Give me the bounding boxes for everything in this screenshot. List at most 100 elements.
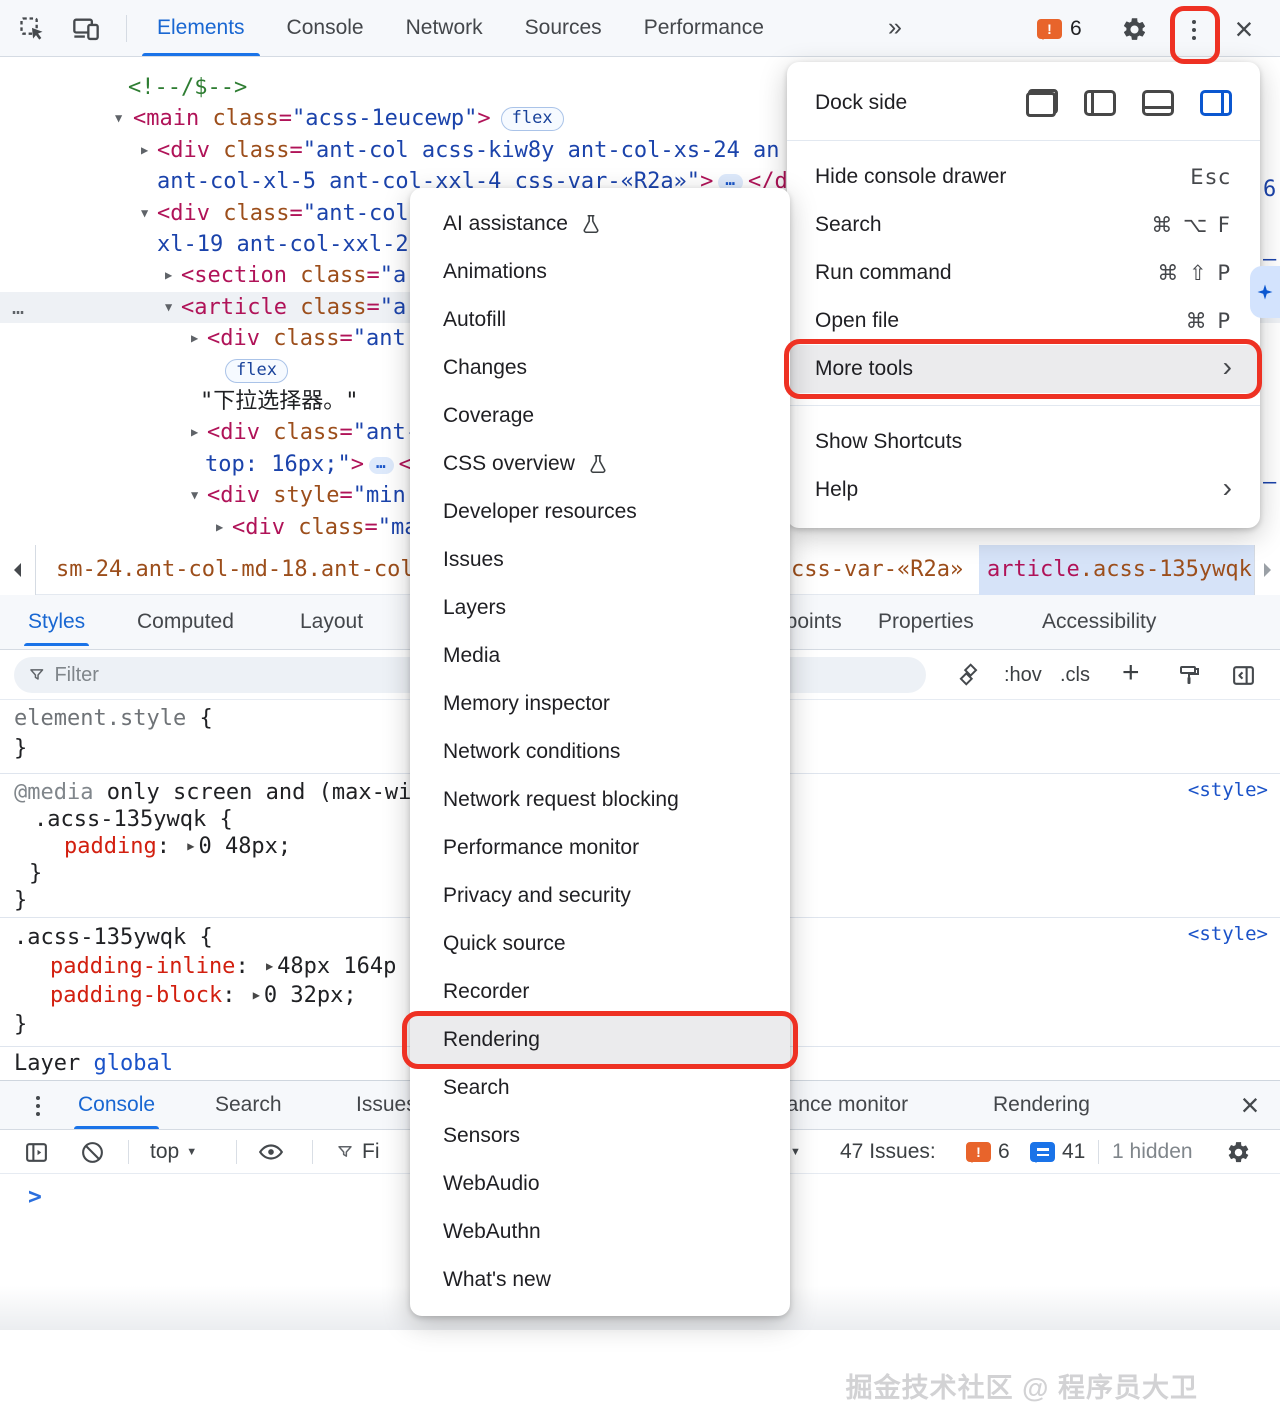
tab-elements[interactable]: Elements xyxy=(136,0,266,56)
style-source-link[interactable]: <style> xyxy=(1188,779,1268,801)
drawer-tab-rendering[interactable]: Rendering xyxy=(993,1081,1090,1129)
submenu-item-webauthn[interactable]: WebAuthn xyxy=(410,1208,790,1256)
submenu-item-quick-source[interactable]: Quick source xyxy=(410,920,790,968)
submenu-item-recorder[interactable]: Recorder xyxy=(410,968,790,1016)
node-menu-dots-icon[interactable]: … xyxy=(12,292,25,323)
menu-item-open-file[interactable]: Open file⌘ P xyxy=(787,297,1260,345)
tab-properties[interactable]: Properties xyxy=(878,595,974,649)
dock-right-icon[interactable] xyxy=(1200,90,1232,116)
collapse-arrow-icon[interactable]: ▼ xyxy=(115,103,122,134)
submenu-item-rendering[interactable]: Rendering xyxy=(410,1016,790,1064)
submenu-item-privacy-and-security[interactable]: Privacy and security xyxy=(410,872,790,920)
submenu-item-memory-inspector[interactable]: Memory inspector xyxy=(410,680,790,728)
submenu-item-layers[interactable]: Layers xyxy=(410,584,790,632)
error-issues-chip[interactable]: ! 6 xyxy=(966,1130,1010,1174)
clear-console-icon[interactable] xyxy=(80,1130,105,1174)
submenu-item-performance-monitor[interactable]: Performance monitor xyxy=(410,824,790,872)
console-settings-icon[interactable] xyxy=(1226,1130,1251,1174)
filter-funnel-icon xyxy=(336,1143,354,1161)
menu-item-search[interactable]: Search⌘ ⌥ F xyxy=(787,201,1260,249)
collapse-arrow-icon[interactable]: ▼ xyxy=(141,198,148,229)
expand-arrow-icon[interactable]: ▶ xyxy=(191,323,198,354)
expand-arrow-icon[interactable]: ▶ xyxy=(216,512,223,543)
submenu-item-issues[interactable]: Issues xyxy=(410,536,790,584)
menu-item-run-command[interactable]: Run command⌘ ⇧ P xyxy=(787,249,1260,297)
css-token[interactable]: ▶ xyxy=(249,988,264,1002)
drawer-menu-icon[interactable] xyxy=(22,1090,54,1120)
drawer-tab-search[interactable]: Search xyxy=(215,1081,282,1129)
console-filter-field[interactable]: Fi xyxy=(336,1130,380,1174)
kebab-menu-icon[interactable] xyxy=(1178,14,1210,44)
drawer-tab-issues[interactable]: Issues xyxy=(356,1081,417,1129)
live-expression-icon[interactable] xyxy=(258,1130,284,1174)
breadcrumb-selected-item[interactable]: article.acss-135ywqk xyxy=(979,545,1260,595)
console-sidebar-toggle-icon[interactable] xyxy=(24,1130,49,1174)
tab-layout[interactable]: Layout xyxy=(300,595,363,649)
tab-computed[interactable]: Computed xyxy=(137,595,234,649)
css-token[interactable]: ▶ xyxy=(183,839,198,853)
tab-performance[interactable]: Performance xyxy=(623,0,785,56)
console-prompt-icon: > xyxy=(28,1184,42,1210)
submenu-item-network-conditions[interactable]: Network conditions xyxy=(410,728,790,776)
computed-sidebar-toggle-icon[interactable] xyxy=(1226,650,1260,700)
settings-gear-icon[interactable] xyxy=(1118,14,1150,44)
issues-summary[interactable]: 47 Issues: xyxy=(840,1130,936,1174)
tab-accessibility[interactable]: Accessibility xyxy=(1042,595,1156,649)
javascript-context-dropdown[interactable]: top ▼ xyxy=(150,1130,197,1174)
tab-sources[interactable]: Sources xyxy=(504,0,623,56)
flex-badge[interactable]: flex xyxy=(501,107,564,131)
issues-counter[interactable]: ! 6 xyxy=(1037,0,1082,57)
collapse-arrow-icon[interactable]: ▼ xyxy=(165,292,172,323)
drawer-tab-console[interactable]: Console xyxy=(78,1081,155,1129)
info-issues-chip[interactable]: 41 xyxy=(1030,1130,1085,1174)
ai-assistant-button[interactable] xyxy=(1250,266,1280,318)
log-levels-dropdown[interactable]: ▼ xyxy=(790,1130,801,1174)
dock-bottom-icon[interactable] xyxy=(1142,90,1174,116)
breadcrumb-scroll-right-button[interactable] xyxy=(1254,545,1280,595)
expand-arrow-icon[interactable]: ▶ xyxy=(191,417,198,448)
inline-expand-icon[interactable]: … xyxy=(369,457,394,474)
css-token[interactable]: ▶ xyxy=(262,959,277,973)
tab-network[interactable]: Network xyxy=(385,0,504,56)
submenu-item-network-request-blocking[interactable]: Network request blocking xyxy=(410,776,790,824)
tab-styles[interactable]: Styles xyxy=(28,595,85,649)
breadcrumb-item[interactable]: sm-24.ant-col-md-18.ant-col-lg xyxy=(56,545,453,595)
menu-item-hide-console-drawer[interactable]: Hide console drawerEsc xyxy=(787,153,1260,201)
submenu-item-autofill[interactable]: Autofill xyxy=(410,296,790,344)
submenu-item-media[interactable]: Media xyxy=(410,632,790,680)
element-classes-button[interactable]: .cls xyxy=(1060,650,1090,700)
menu-item-help[interactable]: Help› xyxy=(787,466,1260,514)
more-panels-icon[interactable]: » xyxy=(888,0,900,54)
dock-left-icon[interactable] xyxy=(1084,90,1116,116)
device-toolbar-icon[interactable] xyxy=(70,14,102,44)
submenu-item-coverage[interactable]: Coverage xyxy=(410,392,790,440)
submenu-item-what-s-new[interactable]: What's new xyxy=(410,1256,790,1304)
toggle-element-state-button[interactable]: :hov xyxy=(1004,650,1042,700)
submenu-item-webaudio[interactable]: WebAudio xyxy=(410,1160,790,1208)
element-states-icon[interactable] xyxy=(952,650,986,700)
inspect-element-icon[interactable] xyxy=(16,14,48,44)
submenu-item-search[interactable]: Search xyxy=(410,1064,790,1112)
submenu-item-css-overview[interactable]: CSS overview xyxy=(410,440,790,488)
collapse-arrow-icon[interactable]: ▼ xyxy=(191,480,198,511)
expand-arrow-icon[interactable]: ▶ xyxy=(165,260,172,291)
submenu-item-ai-assistance[interactable]: AI assistance xyxy=(410,200,790,248)
expand-arrow-icon[interactable]: ▶ xyxy=(141,135,148,166)
tab-console[interactable]: Console xyxy=(266,0,385,56)
style-source-link[interactable]: <style> xyxy=(1188,923,1268,945)
submenu-item-developer-resources[interactable]: Developer resources xyxy=(410,488,790,536)
breadcrumb-item[interactable]: css-var-«R2a» xyxy=(791,545,963,595)
new-style-rule-button[interactable]: + xyxy=(1122,650,1140,696)
close-devtools-icon[interactable]: × xyxy=(1228,14,1260,44)
code-line-text: <div class="ma xyxy=(0,515,417,540)
submenu-item-animations[interactable]: Animations xyxy=(410,248,790,296)
breadcrumb-scroll-left-button[interactable] xyxy=(0,545,36,595)
submenu-item-sensors[interactable]: Sensors xyxy=(410,1112,790,1160)
undock-icon[interactable] xyxy=(1026,89,1058,117)
menu-item-more-tools[interactable]: More tools› xyxy=(787,345,1260,393)
flex-badge[interactable]: flex xyxy=(225,359,288,383)
close-drawer-icon[interactable]: × xyxy=(1234,1090,1266,1120)
menu-item-show-shortcuts[interactable]: Show Shortcuts xyxy=(787,418,1260,466)
submenu-item-changes[interactable]: Changes xyxy=(410,344,790,392)
rendering-emulation-icon[interactable] xyxy=(1172,650,1206,700)
